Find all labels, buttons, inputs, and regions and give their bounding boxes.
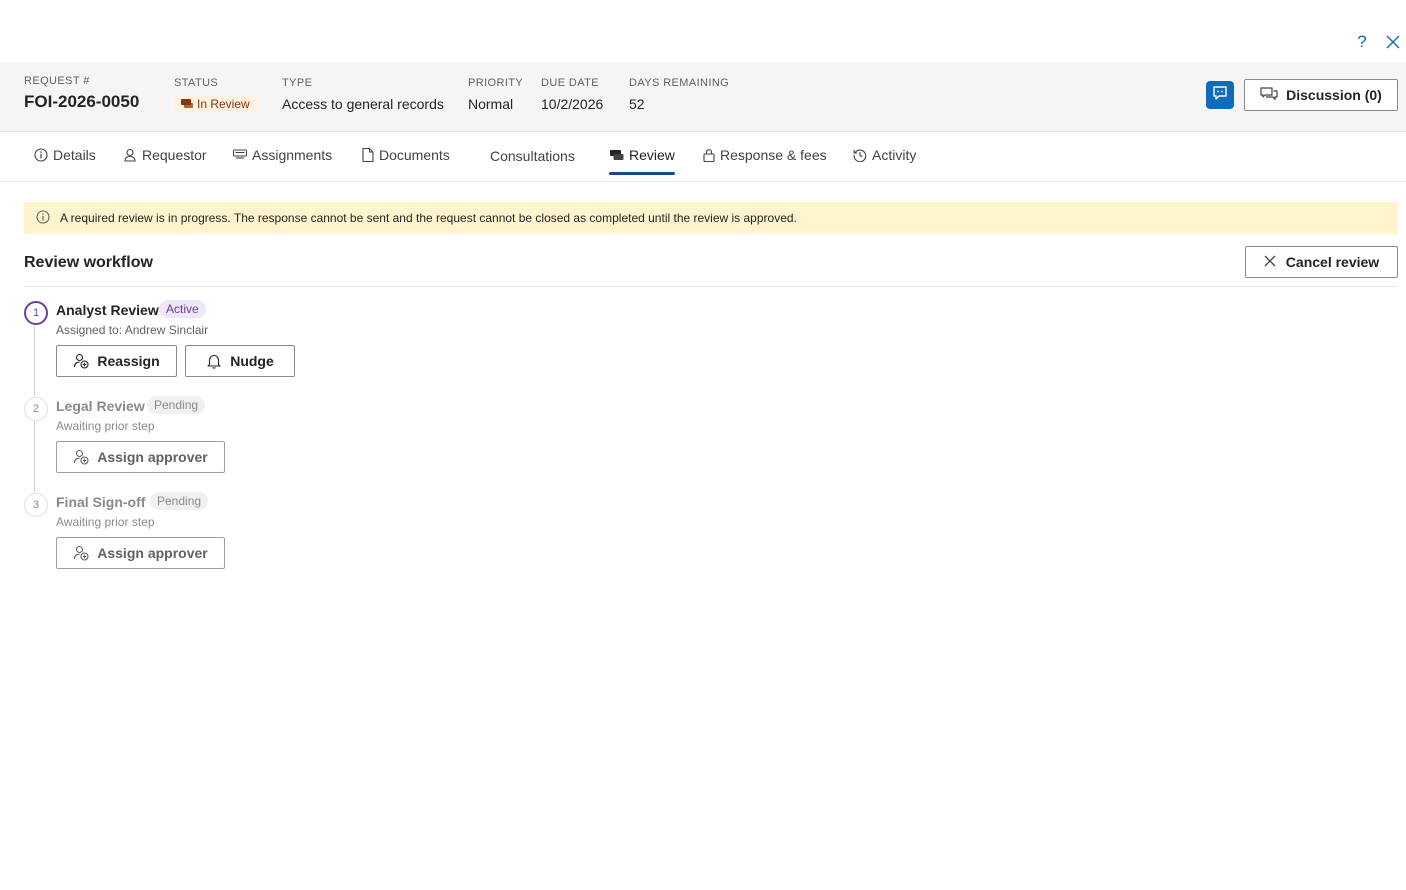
- review-icon: [181, 99, 193, 109]
- review-workflow-title: Review workflow: [24, 254, 153, 271]
- status-value: In Review: [197, 97, 250, 111]
- days-remaining-field: DAYS REMAINING 52: [629, 77, 729, 112]
- tab-label: Details: [53, 147, 96, 163]
- tab-label: Response & fees: [720, 147, 827, 163]
- reassign-label: Reassign: [97, 353, 160, 369]
- due-date-value: 10/2/2026: [541, 96, 604, 112]
- review-warning-banner: A required review is in progress. The re…: [24, 202, 1398, 234]
- step-status-badge: Pending: [150, 492, 209, 510]
- type-field: TYPE Access to general records: [282, 77, 444, 112]
- reassign-button[interactable]: Reassign: [56, 345, 177, 377]
- step-assignee: Assigned to: Andrew Sinclair: [56, 323, 209, 337]
- person-add-icon: [73, 353, 89, 369]
- request-number-value: FOI-2026-0050: [24, 92, 140, 111]
- window-top-bar: ?: [0, 0, 1406, 62]
- step-connector: [34, 326, 35, 396]
- assign-approver-label: Assign approver: [97, 449, 208, 465]
- person-icon: [123, 148, 137, 162]
- assign-approver-button[interactable]: Assign approver: [56, 441, 225, 473]
- lock-icon: [703, 148, 715, 162]
- priority-label: PRIORITY: [468, 77, 524, 89]
- cancel-review-button[interactable]: Cancel review: [1245, 246, 1398, 278]
- days-remaining-value: 52: [629, 96, 645, 112]
- due-date-field: DUE DATE 10/2/2026: [541, 77, 603, 112]
- tab-label: Requestor: [142, 147, 207, 163]
- step-subtitle: Awaiting prior step: [56, 515, 155, 529]
- priority-field: PRIORITY Normal: [468, 77, 523, 112]
- discussion-icon: [1260, 86, 1278, 104]
- tab-response-fees[interactable]: Response & fees: [703, 132, 827, 178]
- assign-approver-button[interactable]: Assign approver: [56, 537, 225, 569]
- assignments-icon: [233, 149, 247, 161]
- days-remaining-label: DAYS REMAINING: [629, 77, 730, 89]
- info-icon: [34, 148, 48, 162]
- tab-requestor[interactable]: Requestor: [123, 132, 207, 178]
- step-status-badge: Active: [159, 300, 206, 318]
- banner-text: A required review is in progress. The re…: [60, 211, 797, 225]
- tab-label: Documents: [379, 147, 450, 163]
- cancel-review-label: Cancel review: [1285, 254, 1380, 270]
- step-name: Analyst Review: [56, 302, 159, 318]
- type-label: TYPE: [282, 77, 313, 89]
- step-name: Legal Review: [56, 398, 145, 414]
- section-divider: [24, 286, 1398, 287]
- history-icon: [853, 148, 867, 162]
- active-tab-indicator: [609, 172, 675, 175]
- request-number-field: REQUEST # FOI-2026-0050: [24, 75, 139, 112]
- nudge-button[interactable]: Nudge: [185, 345, 295, 377]
- tab-label: Activity: [872, 147, 917, 163]
- status-field: STATUS In Review: [174, 77, 257, 114]
- step-name: Final Sign-off: [56, 494, 146, 510]
- tab-label: Assignments: [252, 147, 333, 163]
- bell-icon: [206, 353, 222, 369]
- nudge-label: Nudge: [230, 353, 274, 369]
- tab-documents[interactable]: Documents: [362, 132, 450, 178]
- close-icon: [1264, 254, 1276, 270]
- request-number-label: REQUEST #: [24, 75, 90, 87]
- tab-bar: Details Requestor Assignments Documents …: [0, 132, 1406, 182]
- review-icon: [610, 149, 624, 161]
- person-add-icon: [73, 545, 89, 561]
- document-icon: [362, 148, 374, 162]
- discussion-label: Discussion (0): [1286, 87, 1382, 103]
- step-number-badge: 3: [24, 493, 48, 517]
- info-icon: [36, 209, 50, 227]
- person-add-icon: [73, 449, 89, 465]
- tab-activity[interactable]: Activity: [853, 132, 916, 178]
- step-status-badge: Pending: [147, 396, 206, 414]
- chat-button[interactable]: [1206, 81, 1234, 109]
- discussion-button[interactable]: Discussion (0): [1244, 79, 1398, 111]
- tab-consultations[interactable]: Consultations: [490, 133, 575, 179]
- step-number-badge: 2: [24, 397, 48, 421]
- type-value: Access to general records: [282, 96, 444, 112]
- chat-icon: [1212, 85, 1228, 106]
- status-badge: In Review: [174, 95, 257, 113]
- due-date-label: DUE DATE: [541, 77, 600, 89]
- assign-approver-label: Assign approver: [97, 545, 208, 561]
- tab-details[interactable]: Details: [34, 132, 96, 178]
- priority-value: Normal: [468, 96, 514, 112]
- question-mark-icon[interactable]: ?: [1352, 32, 1372, 52]
- step-connector: [34, 420, 35, 492]
- status-label: STATUS: [174, 77, 219, 89]
- tab-label: Review: [629, 147, 675, 163]
- tab-label: Consultations: [490, 148, 575, 164]
- step-subtitle: Awaiting prior step: [56, 419, 155, 433]
- step-number-badge: 1: [24, 301, 48, 325]
- request-header: REQUEST # FOI-2026-0050 STATUS In Review…: [0, 62, 1406, 132]
- tab-assignments[interactable]: Assignments: [233, 132, 332, 178]
- close-icon[interactable]: [1383, 32, 1403, 52]
